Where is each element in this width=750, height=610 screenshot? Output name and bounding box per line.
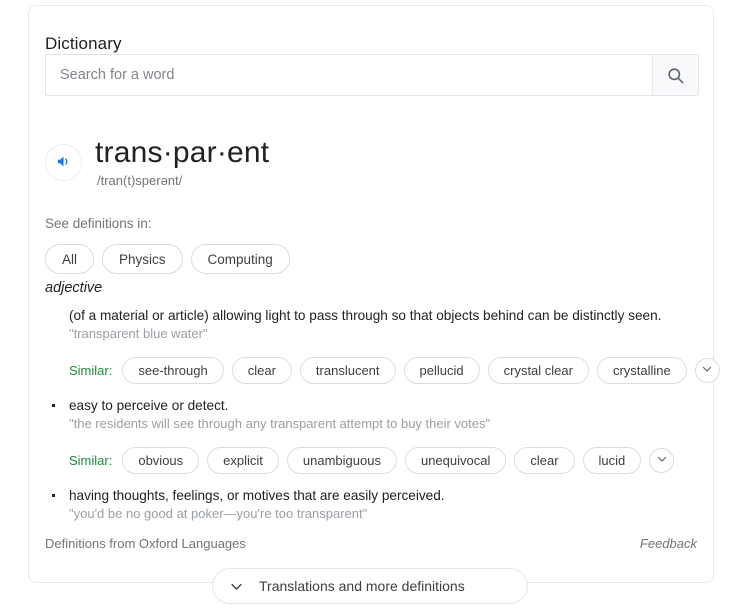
definition-list: (of a material or article) allowing ligh… [45, 306, 720, 523]
definition-text: easy to perceive or detect. [45, 396, 699, 415]
synonym-chip[interactable]: unambiguous [286, 447, 397, 474]
synonym-chip[interactable]: explicit [207, 447, 279, 474]
synonym-chip[interactable]: crystalline [596, 357, 687, 384]
definition-text: having thoughts, feelings, or motives th… [45, 486, 699, 505]
synonym-chip[interactable]: see-through [122, 357, 224, 384]
synonym-chip[interactable]: pellucid [403, 357, 480, 384]
domain-chip-computing[interactable]: Computing [190, 244, 290, 274]
domain-chip-physics[interactable]: Physics [102, 244, 183, 274]
see-definitions-label: See definitions in: [45, 216, 152, 231]
search-button[interactable] [652, 55, 698, 95]
synonym-chip[interactable]: unequivocal [404, 447, 507, 474]
definition-item: having thoughts, feelings, or motives th… [45, 486, 699, 523]
synonym-chip[interactable]: lucid [582, 447, 642, 474]
definitions-in-chips: All Physics Computing [45, 244, 290, 274]
more-definitions-button[interactable]: Translations and more definitions [212, 568, 528, 604]
synonym-chip[interactable]: translucent [299, 357, 396, 384]
definition-example: "transparent blue water" [69, 326, 208, 341]
definition-item: easy to perceive or detect. "the residen… [45, 396, 699, 474]
chevron-down-icon [213, 579, 259, 594]
similar-label: Similar: [69, 363, 113, 378]
synonym-chip[interactable]: obvious [122, 447, 200, 474]
chevron-down-icon [701, 363, 713, 378]
feedback-link[interactable]: Feedback [640, 536, 697, 551]
synonyms-row: Similar: see-through clear translucent p… [45, 357, 720, 384]
similar-label: Similar: [69, 453, 113, 468]
phonetic-transcription: /tran(t)sperənt/ [97, 173, 183, 188]
page-title: Dictionary [45, 34, 122, 53]
synonyms-row: Similar: obvious explicit unambiguous un… [45, 447, 699, 474]
definition-example: "the residents will see through any tran… [69, 416, 491, 431]
search-bar [45, 54, 699, 96]
definition-item: (of a material or article) allowing ligh… [45, 306, 720, 384]
dictionary-card: Dictionary trans·par·ent /tran(t)sperənt… [28, 5, 720, 583]
pronounce-button[interactable] [45, 144, 82, 181]
definition-example: "you'd be no good at poker—you're too tr… [69, 506, 368, 521]
search-icon [666, 66, 685, 85]
search-input[interactable] [46, 55, 652, 95]
more-definitions-label: Translations and more definitions [259, 578, 465, 594]
synonym-chip[interactable]: clear [514, 447, 575, 474]
expand-synonyms-button[interactable] [694, 358, 720, 383]
speaker-icon [55, 153, 72, 173]
headword: trans·par·ent [95, 136, 270, 169]
domain-chip-all[interactable]: All [45, 244, 95, 274]
source-attribution: Definitions from Oxford Languages [45, 536, 246, 551]
synonym-chip[interactable]: crystal clear [487, 357, 589, 384]
expand-synonyms-button[interactable] [649, 448, 675, 473]
definition-text: (of a material or article) allowing ligh… [69, 308, 662, 323]
chevron-down-icon [656, 453, 668, 468]
part-of-speech: adjective [45, 280, 103, 296]
synonym-chip[interactable]: clear [231, 357, 292, 384]
